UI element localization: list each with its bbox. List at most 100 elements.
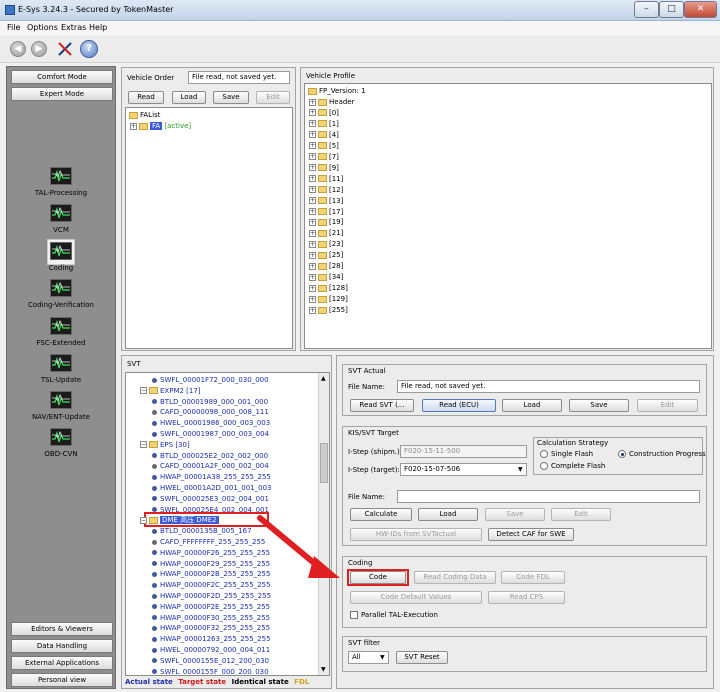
svt-sw-entry[interactable]: SWFL_0000155E_012_200_030 [134,656,269,666]
maximize-button[interactable]: □ [659,1,684,18]
close-button[interactable]: ✕ [684,1,717,18]
vo-load-button[interactable]: Load [172,91,206,104]
svt-sw-entry[interactable]: HWAP_00000F2D_255_255_255 [134,591,271,601]
vp-tree-node[interactable]: + [21] [309,228,343,239]
expand-icon[interactable]: + [309,295,316,303]
expand-icon[interactable]: + [309,262,316,270]
expand-icon[interactable]: + [130,122,137,130]
vp-tree-node[interactable]: + [4] [309,130,339,141]
svt-sw-entry[interactable]: HWAP_00000F2C_255_255_255 [134,580,271,590]
svt-ecu-node[interactable]: − EPS [30] [134,440,190,450]
svt-sw-entry[interactable]: HWAP_00001A38_255_255_255 [134,472,271,482]
svt-sw-entry[interactable]: SWFL_00001987_000_003_004 [134,429,269,439]
vp-tree-node[interactable]: + [128] [309,283,348,294]
expand-icon[interactable]: + [309,131,316,139]
scroll-up-icon[interactable]: ▲ [321,375,326,382]
vo-edit-button[interactable]: Edit [256,91,290,104]
vp-tree-node[interactable]: + [12] [309,185,343,196]
fp-version-node[interactable]: FP_Version: 1 [308,86,366,97]
vo-read-button[interactable]: Read [128,91,164,104]
radio-complete-flash[interactable]: Complete Flash [540,462,605,470]
svt-sw-entry[interactable]: BTLD_000025E2_002_002_000 [134,451,268,461]
menu-help[interactable]: Help [89,23,107,32]
svt-sw-entry[interactable]: BTLD_0000135B_005_167 [134,526,252,536]
read-svt-button[interactable]: Read SVT (... [350,399,414,412]
svt-ecu-node[interactable]: − EXPM2 [17] [134,386,201,396]
dropdown-arrow-icon[interactable]: ▼ [518,466,523,473]
svt-actual-edit-button[interactable]: Edit [637,399,698,412]
detect-caf-button[interactable]: Detect CAF for SWE [488,528,574,541]
svt-sw-entry[interactable]: HWEL_00001A2D_001_001_003 [134,483,272,493]
vp-tree-node[interactable]: + [255] [309,305,348,316]
istep-target-select[interactable]: F020-15-07-506 [400,463,527,476]
expand-icon[interactable]: + [309,175,316,183]
svt-sw-entry[interactable]: HWAP_00000F29_255_255_255 [134,559,270,569]
vp-tree-node[interactable]: + [7] [309,152,339,163]
svt-sw-entry[interactable]: HWAP_00000F2B_255_255_255 [134,569,270,579]
expand-icon[interactable]: + [309,142,316,150]
scroll-down-icon[interactable]: ▼ [321,666,326,673]
radio-single-flash[interactable]: Single Flash [540,450,593,458]
svt-sw-entry[interactable]: CAFD_FFFFFFFF_255_255_255 [134,537,265,547]
svt-sw-entry[interactable]: SWFL_0000155F_000_200_030 [134,667,269,675]
falist-node[interactable]: FAList [129,110,160,121]
hwids-from-svtactual-button[interactable]: HW-IDs from SVTactual [350,528,482,541]
expand-icon[interactable]: + [309,229,316,237]
expand-icon[interactable]: + [309,284,316,292]
code-fdl-button[interactable]: Code FDL [501,571,565,584]
data-handling-button[interactable]: Data Handling [11,639,113,653]
expand-icon[interactable]: + [309,109,316,117]
svt-reset-button[interactable]: SVT Reset [396,651,448,664]
vp-tree-node[interactable]: + [17] [309,207,343,218]
vo-save-button[interactable]: Save [213,91,249,104]
collapse-icon[interactable]: − [140,441,147,449]
vp-tree-node[interactable]: + [1] [309,119,339,130]
menu-extras[interactable]: Extras [61,23,86,32]
kis-edit-button[interactable]: Edit [551,508,611,521]
expand-icon[interactable]: + [309,120,316,128]
vp-tree-node[interactable]: + [11] [309,174,343,185]
svt-sw-entry[interactable]: SWFL_00001F72_000_030_000 [134,375,269,385]
radio-construction-progress[interactable]: Construction Progress [618,450,706,458]
connect-icon[interactable]: ◀ [10,41,26,57]
disconnect-icon[interactable]: ▶ [31,41,47,57]
menu-file[interactable]: File [7,23,20,32]
vehicle-order-status-field[interactable]: File read, not saved yet. [188,71,290,84]
svt-sw-entry[interactable]: HWAP_00001263_255_255_255 [134,634,271,644]
svt-sw-entry[interactable]: HWAP_00000F2E_255_255_255 [134,602,270,612]
svt-sw-entry[interactable]: HWAP_00000F26_255_255_255 [134,548,270,558]
svt-sw-entry[interactable]: BTLD_00001989_000_001_000 [134,397,268,407]
menu-options[interactable]: Options [27,23,58,32]
svt-sw-entry[interactable]: CAFD_00000098_000_008_111 [134,407,269,417]
svt-sw-entry[interactable]: HWAP_00000F30_255_255_255 [134,613,270,623]
comfort-mode-button[interactable]: Comfort Mode [11,70,113,84]
read-cps-button[interactable]: Read CPS [488,591,565,604]
kis-save-button[interactable]: Save [485,508,545,521]
external-applications-button[interactable]: External Applications [11,656,113,670]
code-default-values-button[interactable]: Code Default Values [350,591,482,604]
parallel-tal-checkbox[interactable]: Parallel TAL-Execution [350,611,438,619]
svt-sw-entry[interactable]: HWEL_00000792_000_004_011 [134,645,270,655]
read-coding-data-button[interactable]: Read Coding Data [414,571,496,584]
svt-sw-entry[interactable]: HWEL_00001986_000_003_003 [134,418,270,428]
read-ecu-button[interactable]: Read (ECU) [422,399,496,412]
svt-actual-load-button[interactable]: Load [502,399,562,412]
svt-sw-entry[interactable]: SWFL_000025E3_002_004_001 [134,494,269,504]
expert-mode-button[interactable]: Expert Mode [11,87,113,101]
vp-tree-node[interactable]: + [28] [309,261,343,272]
svt-actual-save-button[interactable]: Save [569,399,629,412]
help-icon[interactable]: ? [80,40,98,58]
scroll-thumb[interactable] [320,443,328,483]
svt-sw-entry[interactable]: CAFD_00001A2F_000_002_004 [134,461,269,471]
expand-icon[interactable]: + [309,240,316,248]
minimize-button[interactable]: – [634,1,659,18]
istep-shipm-select[interactable]: F020-15-11-500 [400,445,527,458]
calculate-button[interactable]: Calculate [350,508,412,521]
vp-tree-node[interactable]: + [13] [309,196,343,207]
expand-icon[interactable]: + [309,251,316,259]
expand-icon[interactable]: + [309,208,316,215]
vp-tree-node[interactable]: + [34] [309,272,343,283]
expand-icon[interactable]: + [309,186,316,194]
expand-icon[interactable]: + [309,306,316,314]
editors-viewers-button[interactable]: Editors & Viewers [11,622,113,636]
